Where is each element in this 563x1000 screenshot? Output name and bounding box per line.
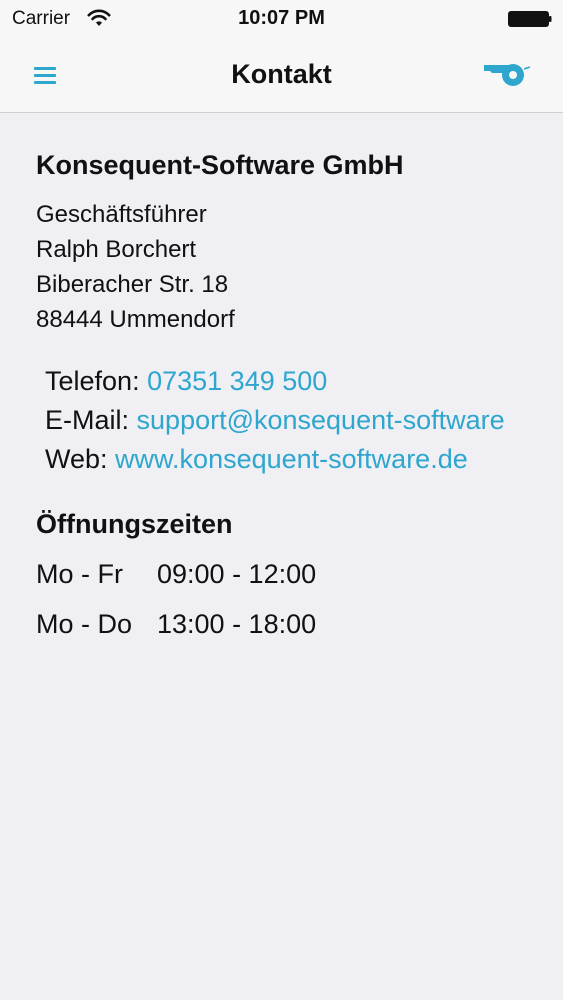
web-label: Web: <box>45 444 108 474</box>
phone-row: Telefon: 07351 349 500 <box>45 366 327 397</box>
email-label: E-Mail: <box>45 405 130 435</box>
navigation-bar: Kontakt <box>0 38 563 113</box>
web-link[interactable]: www.konsequent-software.de <box>115 444 468 474</box>
menu-button[interactable] <box>26 60 64 90</box>
address-line-person: Ralph Borchert <box>36 236 197 263</box>
whistle-icon <box>484 64 531 86</box>
address-line-city: 88444 Ummendorf <box>36 306 235 333</box>
email-row: E-Mail: support@konsequent-software <box>45 405 505 436</box>
phone-label: Telefon: <box>45 366 140 396</box>
address-line-street: Biberacher Str. 18 <box>36 271 229 298</box>
web-row: Web: www.konsequent-software.de <box>45 444 468 475</box>
whistle-button[interactable] <box>478 56 536 92</box>
status-bar: Carrier 10:07 PM <box>0 0 563 38</box>
hours-time: 13:00 - 18:00 <box>157 609 317 639</box>
opening-hours-title: Öffnungszeiten <box>36 509 233 539</box>
hours-days: Mo - Fr <box>36 559 123 589</box>
phone-link[interactable]: 07351 349 500 <box>147 366 327 396</box>
hours-time: 09:00 - 12:00 <box>157 559 317 589</box>
status-time: 10:07 PM <box>238 7 325 29</box>
battery-icon <box>508 11 552 27</box>
hours-days: Mo - Do <box>36 609 133 639</box>
address-line-role: Geschäftsführer <box>36 201 207 228</box>
company-name: Konsequent-Software GmbH <box>36 150 404 180</box>
email-link[interactable]: support@konsequent-software <box>137 405 505 435</box>
hamburger-menu-icon <box>34 67 56 84</box>
